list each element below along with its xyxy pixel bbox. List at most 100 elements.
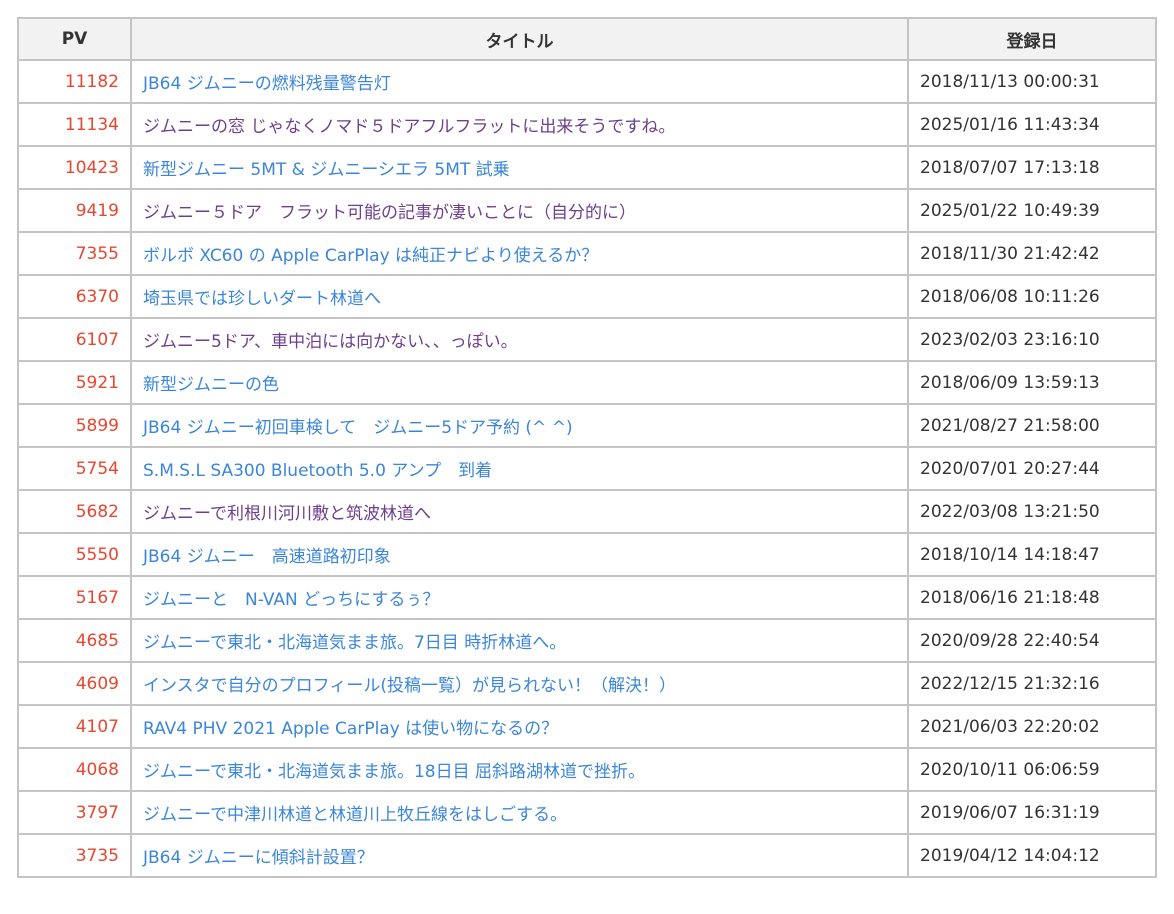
table-row: 3797 ジムニーで中津川林道と林道川上牧丘線をはしごする。 2019/06/07 … <box>17 790 1157 835</box>
table-row: 5754 S.M.S.L SA300 Bluetooth 5.0 アンプ 到着 20… <box>17 446 1157 491</box>
table-row: 5899 JB64 ジムニー初回車検して ジムニー5ドア予約 (^ ^) 2021/… <box>17 403 1157 448</box>
title-cell: 新型ジムニーの色 <box>130 360 909 405</box>
title-cell: ジムニーで中津川林道と林道川上牧丘線をはしごする。 <box>130 790 909 835</box>
column-header-title: タイトル <box>130 17 909 61</box>
pv-count: 11182 <box>17 59 132 104</box>
article-title-link[interactable]: RAV4 PHV 2021 Apple CarPlay は使い物になるの？ <box>143 719 558 739</box>
pv-count: 5682 <box>17 489 132 534</box>
table-header: PV タイトル 登録日 <box>17 17 1157 61</box>
registration-date: 2021/08/27 21:58:00 <box>907 403 1157 448</box>
title-cell: ジムニーで東北・北海道気まま旅。18日目 屈斜路湖林道で挫折。 <box>130 747 909 792</box>
pv-count: 5754 <box>17 446 132 491</box>
table-row: 10423 新型ジムニー 5MT & ジムニーシエラ 5MT 試乗 2018/07/… <box>17 145 1157 190</box>
title-cell: ボルボ XC60 の Apple CarPlay は純正ナビより使えるか？ <box>130 231 909 276</box>
pv-count: 4107 <box>17 704 132 749</box>
header-row: PV タイトル 登録日 <box>17 17 1157 61</box>
pv-count: 4609 <box>17 661 132 706</box>
table-row: 5167 ジムニーと N-VAN どっちにするぅ？ 2018/06/16 21:18… <box>17 575 1157 620</box>
article-title-link[interactable]: ジムニーで東北・北海道気まま旅。18日目 屈斜路湖林道で挫折。 <box>143 762 645 782</box>
table-row: 6370 埼玉県では珍しいダート林道へ 2018/06/08 10:11:26 <box>17 274 1157 319</box>
registration-date: 2025/01/22 10:49:39 <box>907 188 1157 233</box>
column-header-date: 登録日 <box>907 17 1157 61</box>
table-row: 5682 ジムニーで利根川河川敷と筑波林道へ 2022/03/08 13:21:50 <box>17 489 1157 534</box>
article-title-link[interactable]: ジムニーの窓 じゃなくノマド５ドアフルフラットに出来そうですね。 <box>143 117 675 137</box>
table-row: 4685 ジムニーで東北・北海道気まま旅。7日目 時折林道へ。 2020/09/28… <box>17 618 1157 663</box>
article-title-link[interactable]: インスタで自分のプロフィール(投稿一覧）が見られない！（解決！） <box>143 676 676 696</box>
registration-date: 2020/09/28 22:40:54 <box>907 618 1157 663</box>
title-cell: JB64 ジムニー 高速道路初印象 <box>130 532 909 577</box>
title-cell: 埼玉県では珍しいダート林道へ <box>130 274 909 319</box>
ranking-table-container: PV タイトル 登録日 11182 JB64 ジムニーの燃料残量警告灯 2018/1… <box>17 17 1157 878</box>
pv-count: 6107 <box>17 317 132 362</box>
title-cell: ジムニー５ドア フラット可能の記事が凄いことに（自分的に） <box>130 188 909 233</box>
pv-count: 9419 <box>17 188 132 233</box>
pv-count: 5167 <box>17 575 132 620</box>
article-title-link[interactable]: ジムニーと N-VAN どっちにするぅ？ <box>143 590 439 610</box>
registration-date: 2019/04/12 14:04:12 <box>907 833 1157 878</box>
registration-date: 2021/06/03 22:20:02 <box>907 704 1157 749</box>
article-title-link[interactable]: JB64 ジムニー 高速道路初印象 <box>143 547 391 567</box>
title-cell: JB64 ジムニー初回車検して ジムニー5ドア予約 (^ ^) <box>130 403 909 448</box>
article-title-link[interactable]: ジムニー５ドア フラット可能の記事が凄いことに（自分的に） <box>143 203 636 223</box>
pv-count: 7355 <box>17 231 132 276</box>
pv-count: 3797 <box>17 790 132 835</box>
article-title-link[interactable]: JB64 ジムニーに傾斜計設置？ <box>143 848 374 868</box>
article-title-link[interactable]: JB64 ジムニー初回車検して ジムニー5ドア予約 (^ ^) <box>143 418 573 438</box>
title-cell: ジムニーの窓 じゃなくノマド５ドアフルフラットに出来そうですね。 <box>130 102 909 147</box>
title-cell: JB64 ジムニーに傾斜計設置？ <box>130 833 909 878</box>
pv-count: 10423 <box>17 145 132 190</box>
table-row: 11134 ジムニーの窓 じゃなくノマド５ドアフルフラットに出来そうですね。 202… <box>17 102 1157 147</box>
registration-date: 2023/02/03 23:16:10 <box>907 317 1157 362</box>
table-row: 4068 ジムニーで東北・北海道気まま旅。18日目 屈斜路湖林道で挫折。 2020/… <box>17 747 1157 792</box>
table-body: 11182 JB64 ジムニーの燃料残量警告灯 2018/11/13 00:00:3… <box>17 59 1157 878</box>
title-cell: 新型ジムニー 5MT & ジムニーシエラ 5MT 試乗 <box>130 145 909 190</box>
registration-date: 2018/10/14 14:18:47 <box>907 532 1157 577</box>
registration-date: 2020/10/11 06:06:59 <box>907 747 1157 792</box>
title-cell: インスタで自分のプロフィール(投稿一覧）が見られない！（解決！） <box>130 661 909 706</box>
pv-count: 4068 <box>17 747 132 792</box>
table-row: 4609 インスタで自分のプロフィール(投稿一覧）が見られない！（解決！） 2022… <box>17 661 1157 706</box>
table-row: 11182 JB64 ジムニーの燃料残量警告灯 2018/11/13 00:00:3… <box>17 59 1157 104</box>
registration-date: 2025/01/16 11:43:34 <box>907 102 1157 147</box>
registration-date: 2018/06/16 21:18:48 <box>907 575 1157 620</box>
title-cell: RAV4 PHV 2021 Apple CarPlay は使い物になるの？ <box>130 704 909 749</box>
registration-date: 2018/11/13 00:00:31 <box>907 59 1157 104</box>
registration-date: 2022/12/15 21:32:16 <box>907 661 1157 706</box>
pv-count: 5899 <box>17 403 132 448</box>
article-title-link[interactable]: ジムニーで中津川林道と林道川上牧丘線をはしごする。 <box>143 805 567 825</box>
column-header-pv: PV <box>17 17 132 61</box>
article-title-link[interactable]: JB64 ジムニーの燃料残量警告灯 <box>143 74 391 94</box>
registration-date: 2018/06/09 13:59:13 <box>907 360 1157 405</box>
table-row: 7355 ボルボ XC60 の Apple CarPlay は純正ナビより使えるか… <box>17 231 1157 276</box>
pv-count: 5921 <box>17 360 132 405</box>
article-title-link[interactable]: ジムニーで利根川河川敷と筑波林道へ <box>143 504 431 524</box>
title-cell: S.M.S.L SA300 Bluetooth 5.0 アンプ 到着 <box>130 446 909 491</box>
registration-date: 2018/11/30 21:42:42 <box>907 231 1157 276</box>
registration-date: 2020/07/01 20:27:44 <box>907 446 1157 491</box>
article-title-link[interactable]: 埼玉県では珍しいダート林道へ <box>143 289 381 309</box>
table-row: 5550 JB64 ジムニー 高速道路初印象 2018/10/14 14:18:47 <box>17 532 1157 577</box>
pv-count: 6370 <box>17 274 132 319</box>
title-cell: JB64 ジムニーの燃料残量警告灯 <box>130 59 909 104</box>
article-title-link[interactable]: S.M.S.L SA300 Bluetooth 5.0 アンプ 到着 <box>143 461 492 481</box>
pv-count: 4685 <box>17 618 132 663</box>
article-title-link[interactable]: ジムニーで東北・北海道気まま旅。7日目 時折林道へ。 <box>143 633 566 653</box>
table-row: 4107 RAV4 PHV 2021 Apple CarPlay は使い物になるの… <box>17 704 1157 749</box>
table-row: 9419 ジムニー５ドア フラット可能の記事が凄いことに（自分的に） 2025/01… <box>17 188 1157 233</box>
registration-date: 2019/06/07 16:31:19 <box>907 790 1157 835</box>
article-title-link[interactable]: ボルボ XC60 の Apple CarPlay は純正ナビより使えるか？ <box>143 246 598 266</box>
pv-count: 3735 <box>17 833 132 878</box>
registration-date: 2018/07/07 17:13:18 <box>907 145 1157 190</box>
article-title-link[interactable]: 新型ジムニーの色 <box>143 375 279 395</box>
article-title-link[interactable]: 新型ジムニー 5MT & ジムニーシエラ 5MT 試乗 <box>143 160 510 180</box>
title-cell: ジムニーで東北・北海道気まま旅。7日目 時折林道へ。 <box>130 618 909 663</box>
title-cell: ジムニーで利根川河川敷と筑波林道へ <box>130 489 909 534</box>
pv-count: 11134 <box>17 102 132 147</box>
article-title-link[interactable]: ジムニー5ドア、車中泊には向かない、、っぽい。 <box>143 332 518 352</box>
title-cell: ジムニー5ドア、車中泊には向かない、、っぽい。 <box>130 317 909 362</box>
table-row: 5921 新型ジムニーの色 2018/06/09 13:59:13 <box>17 360 1157 405</box>
registration-date: 2022/03/08 13:21:50 <box>907 489 1157 534</box>
table-row: 6107 ジムニー5ドア、車中泊には向かない、、っぽい。 2023/02/03 23… <box>17 317 1157 362</box>
title-cell: ジムニーと N-VAN どっちにするぅ？ <box>130 575 909 620</box>
pv-count: 5550 <box>17 532 132 577</box>
